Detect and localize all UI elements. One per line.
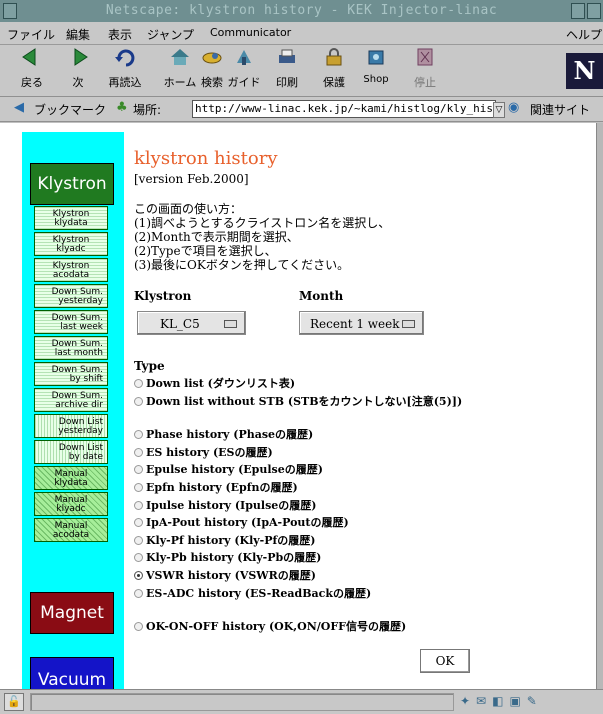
ok-button[interactable]: OK (420, 649, 470, 673)
netscape-logo-icon[interactable]: N (566, 53, 603, 89)
guide-button[interactable]: ガイド (224, 47, 264, 90)
vertical-scrollbar[interactable] (596, 123, 603, 689)
radio-unchecked-icon[interactable] (134, 447, 143, 457)
type-radio-option[interactable]: OK-ON-OFF history (OK,ON/OFF信号の履歴) (134, 618, 406, 634)
type-radio-option[interactable]: ES history (ESの履歴) (134, 444, 273, 460)
status-message (30, 693, 454, 711)
menu-view[interactable]: 表示 (108, 26, 132, 43)
back-button[interactable]: 戻る (12, 47, 52, 90)
select-indicator-icon (224, 320, 237, 328)
sidebar-link[interactable]: Klystron klydata (34, 206, 108, 230)
bookmarks-menu[interactable]: ブックマーク (34, 101, 106, 118)
stop-icon (412, 47, 438, 69)
sidebar-link[interactable]: Klystron klyadc (34, 232, 108, 256)
navigation-toolbar: 戻る 次 再読込 ホーム 検索 ガイド 印刷 保護 Shop 停止 N (0, 45, 603, 97)
security-button[interactable]: 保護 (314, 47, 354, 90)
page-content: Klystron Klystron klydata Klystron klyadc Kl… (0, 123, 596, 699)
radio-unchecked-icon[interactable] (134, 396, 143, 406)
sidebar-link[interactable]: Down Sum. yesterday (34, 284, 108, 308)
month-label: Month (299, 289, 344, 303)
select-indicator-icon (402, 320, 415, 328)
menu-edit[interactable]: 編集 (66, 26, 90, 43)
type-radio-option[interactable]: Epfn history (Epfnの履歴) (134, 479, 298, 495)
radio-checked-icon[interactable] (134, 571, 143, 580)
klystron-select[interactable]: KL_C5 (137, 311, 246, 335)
related-sites-button[interactable]: 関連サイト (530, 101, 590, 118)
minimize-icon[interactable] (571, 3, 585, 19)
guide-icon (231, 47, 257, 69)
radio-unchecked-icon[interactable] (134, 430, 143, 440)
type-radio-option[interactable]: Epulse history (Epulseの履歴) (134, 461, 323, 477)
print-button[interactable]: 印刷 (267, 47, 307, 90)
window-titlebar[interactable]: Netscape: klystron history - KEK Injecto… (0, 0, 603, 22)
type-radio-option[interactable]: Down list without STB (STBをカウントしない[注意(5)… (134, 393, 462, 409)
maximize-icon[interactable] (587, 3, 601, 19)
security-lock-icon (321, 47, 347, 69)
location-bar: ◀ ブックマーク ♣ 場所: http://www-linac.kek.jp/~… (0, 97, 603, 122)
klystron-nav-button[interactable]: Klystron (30, 163, 114, 205)
window-title: Netscape: klystron history - KEK Injecto… (105, 3, 498, 18)
month-select[interactable]: Recent 1 week (299, 311, 424, 335)
location-icon: ♣ (116, 100, 128, 115)
sidebar-link[interactable]: Down List by date (34, 440, 108, 464)
back-arrow-icon (19, 47, 45, 69)
menu-go[interactable]: ジャンプ (147, 26, 194, 43)
instruction-line: (3)最後にOKボタンを押してください。 (134, 258, 350, 272)
shop-icon (363, 47, 389, 69)
print-icon (274, 47, 300, 69)
type-radio-option[interactable]: Kly-Pb history (Kly-Pbの履歴) (134, 549, 321, 565)
type-label: Type (134, 359, 165, 373)
page-title: klystron history (134, 148, 278, 169)
menu-help[interactable]: ヘルプ (566, 26, 602, 43)
menubar: ファイル 編集 表示 ジャンプ Communicator ヘルプ (0, 22, 603, 45)
type-radio-option[interactable]: IpA-Pout history (IpA-Poutの履歴) (134, 514, 349, 530)
type-radio-option[interactable]: Down list (ダウンリスト表) (134, 375, 295, 391)
radio-unchecked-icon[interactable] (134, 483, 143, 492)
reload-button[interactable]: 再読込 (105, 47, 145, 90)
type-radio-option[interactable]: Phase history (Phaseの履歴) (134, 426, 313, 442)
search-icon (199, 47, 225, 69)
menu-communicator[interactable]: Communicator (210, 26, 291, 39)
forward-arrow-icon (65, 47, 91, 69)
related-icon[interactable]: ◉ (508, 100, 519, 115)
sidebar-link[interactable]: Down Sum. archive dir (34, 388, 108, 412)
shop-button[interactable]: Shop (356, 47, 396, 85)
component-bar-icons[interactable]: ✦✉◧▣✎ (460, 694, 600, 710)
type-radio-option[interactable]: ES-ADC history (ES-ReadBackの履歴) (134, 585, 371, 601)
radio-unchecked-icon[interactable] (134, 379, 143, 388)
sidebar-link[interactable]: Manual acodata (34, 518, 108, 542)
reload-icon (112, 47, 138, 69)
url-dropdown-icon[interactable]: ▽ (493, 102, 505, 118)
url-input[interactable]: http://www-linac.kek.jp/~kami/histlog/kl… (192, 100, 496, 118)
type-radio-option[interactable]: VSWR history (VSWRの履歴) (134, 567, 316, 583)
radio-unchecked-icon[interactable] (134, 518, 143, 528)
menu-file[interactable]: ファイル (7, 26, 55, 43)
location-label: 場所: (133, 103, 162, 117)
type-radio-option[interactable]: Ipulse history (Ipulseの履歴) (134, 497, 316, 513)
type-radio-option[interactable]: Kly-Pf history (Kly-Pfの履歴) (134, 532, 315, 548)
status-bar: 🔓 ✦✉◧▣✎ (0, 689, 603, 714)
radio-unchecked-icon[interactable] (134, 500, 143, 510)
sidebar-nav: Klystron Klystron klydata Klystron klyadc Kl… (22, 132, 124, 699)
sidebar-link[interactable]: Down Sum. last week (34, 310, 108, 334)
radio-unchecked-icon[interactable] (134, 465, 143, 475)
sidebar-link[interactable]: Manual klyadc (34, 492, 108, 516)
sidebar-link[interactable]: Down Sum. last month (34, 336, 108, 360)
stop-button[interactable]: 停止 (405, 47, 445, 90)
radio-unchecked-icon[interactable] (134, 622, 143, 632)
magnet-nav-button[interactable]: Magnet (30, 592, 114, 634)
sidebar-link[interactable]: Down List yesterday (34, 414, 108, 438)
radio-unchecked-icon[interactable] (134, 588, 143, 598)
bookmarks-icon[interactable]: ◀ (14, 100, 24, 115)
radio-unchecked-icon[interactable] (134, 535, 143, 545)
sidebar-link[interactable]: Down Sum. by shift (34, 362, 108, 386)
security-status-icon[interactable]: 🔓 (4, 693, 24, 711)
radio-unchecked-icon[interactable] (134, 553, 143, 563)
home-icon (167, 47, 193, 69)
version-text: [version Feb.2000] (134, 172, 249, 186)
sidebar-link[interactable]: Manual klydata (34, 466, 108, 490)
sidebar-link[interactable]: Klystron acodata (34, 258, 108, 282)
forward-button[interactable]: 次 (58, 47, 98, 90)
klystron-label: Klystron (134, 289, 192, 303)
